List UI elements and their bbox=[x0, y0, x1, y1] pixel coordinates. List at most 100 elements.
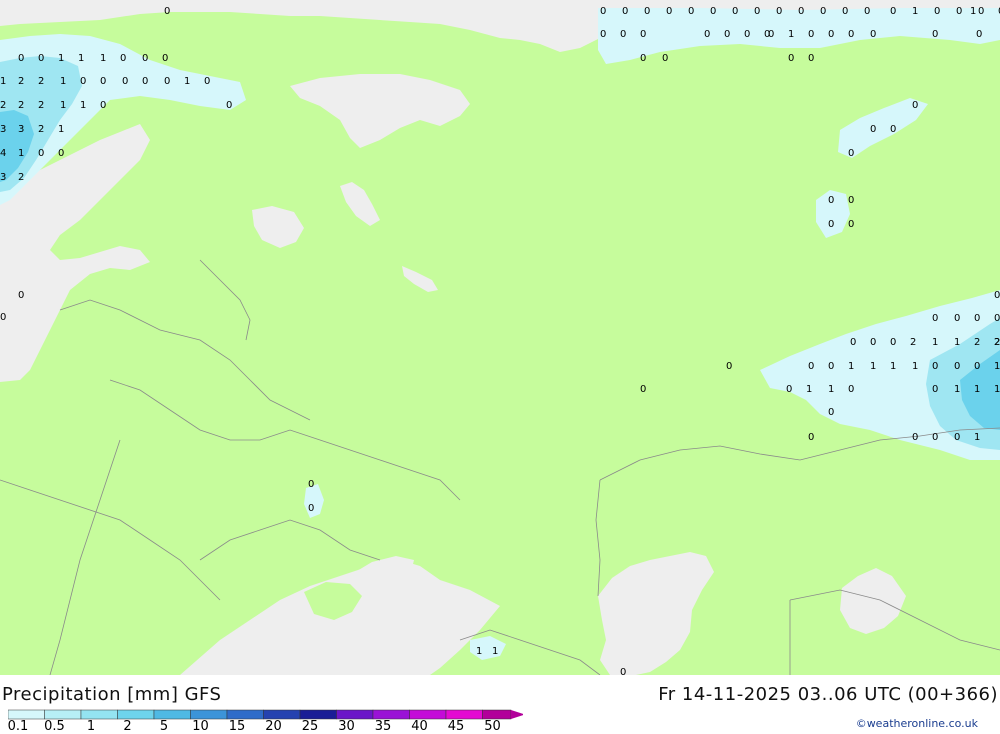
precip-value: 0 bbox=[768, 29, 774, 40]
precip-value: 0 bbox=[954, 432, 960, 443]
precip-value: 1 bbox=[890, 361, 896, 372]
precip-value: 1 bbox=[870, 361, 876, 372]
precip-value: 0 bbox=[870, 337, 876, 348]
precip-value: 2 bbox=[38, 124, 44, 135]
precip-value: 0 bbox=[974, 313, 980, 324]
precip-value: 1 bbox=[806, 384, 812, 395]
precip-value: 3 bbox=[0, 124, 6, 135]
precip-value: 1 bbox=[932, 337, 938, 348]
precip-value: 0 bbox=[890, 337, 896, 348]
legend-tick-label: 5 bbox=[159, 719, 169, 734]
precip-value: 0 bbox=[976, 29, 982, 40]
precip-value: 2 bbox=[18, 172, 24, 183]
precip-value: 0 bbox=[870, 29, 876, 40]
precip-value: 0 bbox=[848, 148, 854, 159]
precip-value: 0 bbox=[786, 384, 792, 395]
precip-value: 1 bbox=[80, 100, 86, 111]
precip-value: 3 bbox=[18, 124, 24, 135]
precip-value: 0 bbox=[120, 53, 126, 64]
legend-tick-label: 0.1 bbox=[7, 719, 29, 734]
precip-value: 0 bbox=[912, 432, 918, 443]
precip-value: 0 bbox=[308, 503, 314, 514]
precip-value: 1 bbox=[994, 384, 1000, 395]
precip-value: 1 bbox=[994, 361, 1000, 372]
legend-swatch bbox=[226, 709, 264, 720]
legend-swatch bbox=[409, 709, 447, 720]
legend-tick-label: 40 bbox=[411, 719, 428, 734]
legend-tick-label: 2 bbox=[123, 719, 132, 734]
forecast-time: Fr 14-11-2025 03..06 UTC (00+366) bbox=[658, 684, 998, 705]
precip-value: 1 bbox=[974, 432, 980, 443]
credit-link[interactable]: ©weatheronline.co.uk bbox=[856, 717, 978, 730]
precip-value: 1 bbox=[912, 6, 918, 17]
precip-value: 0 bbox=[18, 53, 24, 64]
precip-value: 0 bbox=[600, 6, 606, 17]
precip-value: 1 bbox=[788, 29, 794, 40]
legend-swatch bbox=[153, 709, 191, 720]
precip-value: 0 bbox=[710, 6, 716, 17]
precip-value: 0 bbox=[842, 6, 848, 17]
precip-value: 0 bbox=[162, 53, 168, 64]
precip-value: 0 bbox=[932, 384, 938, 395]
precip-value: 0 bbox=[726, 361, 732, 372]
legend-tick-label: 25 bbox=[301, 719, 319, 734]
precip-value: 0 bbox=[932, 313, 938, 324]
precip-value: 0 bbox=[732, 6, 738, 17]
precip-value: 3 bbox=[0, 172, 6, 183]
legend-swatch bbox=[190, 709, 228, 720]
precip-value: 0 bbox=[204, 76, 210, 87]
precip-value: 0 bbox=[932, 29, 938, 40]
precip-value: 0 bbox=[828, 219, 834, 230]
precip-value: 0 bbox=[704, 29, 710, 40]
precip-value: 0 bbox=[58, 148, 64, 159]
precip-value: 0 bbox=[870, 124, 876, 135]
precip-value: 0 bbox=[620, 667, 626, 675]
precip-value: 0 bbox=[912, 100, 918, 111]
precip-value: 0 bbox=[932, 432, 938, 443]
precip-value: 0 bbox=[18, 290, 24, 301]
legend-swatch bbox=[336, 709, 374, 720]
precip-value: 0 bbox=[122, 76, 128, 87]
precip-value: 1 bbox=[60, 76, 66, 87]
precip-value: 1 bbox=[848, 361, 854, 372]
precip-value: 0 bbox=[934, 6, 940, 17]
precip-value: 1 bbox=[58, 124, 64, 135]
precip-value: 0 bbox=[38, 53, 44, 64]
precip-value: 0 bbox=[644, 6, 650, 17]
precip-value: 0 bbox=[142, 76, 148, 87]
precip-value: 0 bbox=[808, 432, 814, 443]
legend-swatch bbox=[263, 709, 301, 720]
precip-value: 0 bbox=[808, 53, 814, 64]
precip-value: 0 bbox=[640, 53, 646, 64]
precip-value: 0 bbox=[164, 76, 170, 87]
legend-tick-label: 20 bbox=[265, 719, 282, 734]
precip-value: 1 bbox=[828, 384, 834, 395]
precip-value: 1 bbox=[78, 53, 84, 64]
precip-value: 1 bbox=[954, 337, 960, 348]
precip-value: 0 bbox=[974, 361, 980, 372]
legend-swatch bbox=[7, 709, 45, 720]
precip-value: 1 bbox=[974, 384, 980, 395]
precip-value: 0 bbox=[80, 76, 86, 87]
precip-value: 0 bbox=[622, 6, 628, 17]
precip-value: 0 bbox=[662, 53, 668, 64]
precip-value: 0 bbox=[978, 6, 984, 17]
precip-value: 0 bbox=[164, 6, 170, 17]
precip-value: 0 bbox=[724, 29, 730, 40]
precip-value: 0 bbox=[666, 6, 672, 17]
precip-value: 0 bbox=[848, 384, 854, 395]
precip-value: 0 bbox=[932, 361, 938, 372]
precip-value: 1 bbox=[912, 361, 918, 372]
precip-value: 1 bbox=[18, 148, 24, 159]
legend-tick-label: 50 bbox=[484, 719, 501, 734]
precip-value: 0 bbox=[38, 148, 44, 159]
precip-value: 0 bbox=[600, 29, 606, 40]
legend-swatch bbox=[372, 709, 410, 720]
precip-value: 0 bbox=[776, 6, 782, 17]
legend-swatch bbox=[44, 709, 82, 720]
precipitation-map: 0 0 0 0 0 0 0 0 0 0 0 0 0 0 1 0 0 0 0 0 … bbox=[0, 0, 1000, 675]
precip-value: 0 bbox=[744, 29, 750, 40]
precip-value: 2 bbox=[38, 100, 44, 111]
precip-value: 0 bbox=[226, 100, 232, 111]
precip-value: 0 bbox=[820, 6, 826, 17]
